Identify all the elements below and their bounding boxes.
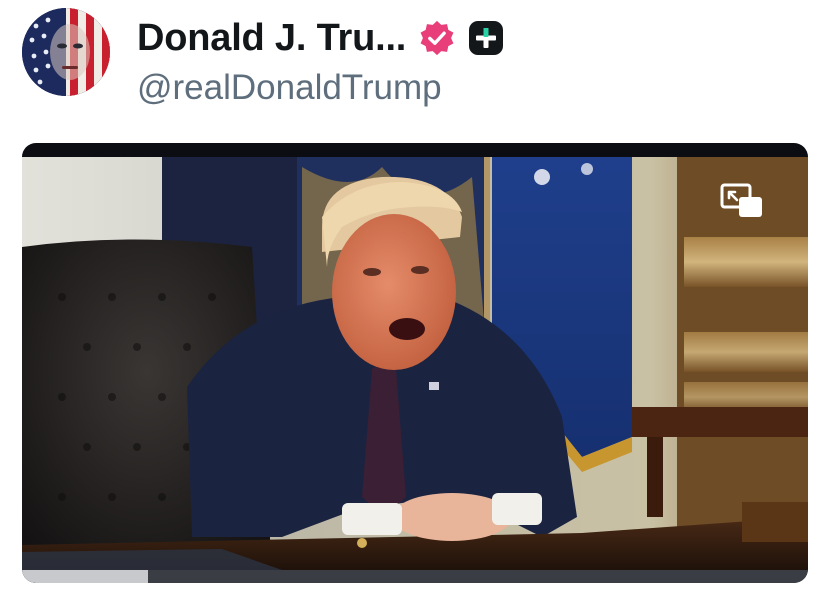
video-progress-fill: [22, 570, 148, 583]
video-player[interactable]: [22, 143, 808, 583]
picture-in-picture-button[interactable]: [719, 181, 765, 221]
handle[interactable]: @realDonaldTrump: [137, 68, 504, 108]
display-name[interactable]: Donald J. Tru...: [137, 17, 406, 60]
verified-badge-icon: [420, 20, 454, 56]
picture-in-picture-icon: [720, 183, 762, 217]
post-header: Donald J. Tru... @realDonaldTrump: [22, 8, 504, 108]
profile-names: Donald J. Tru... @realDonaldTrump: [137, 16, 504, 108]
video-frame[interactable]: [22, 157, 808, 570]
video-progress-bar[interactable]: [22, 570, 808, 583]
avatar[interactable]: [22, 8, 110, 96]
name-row: Donald J. Tru...: [137, 16, 504, 60]
plus-badge-icon[interactable]: [468, 20, 504, 56]
avatar-flag-portrait-image: [22, 8, 110, 96]
